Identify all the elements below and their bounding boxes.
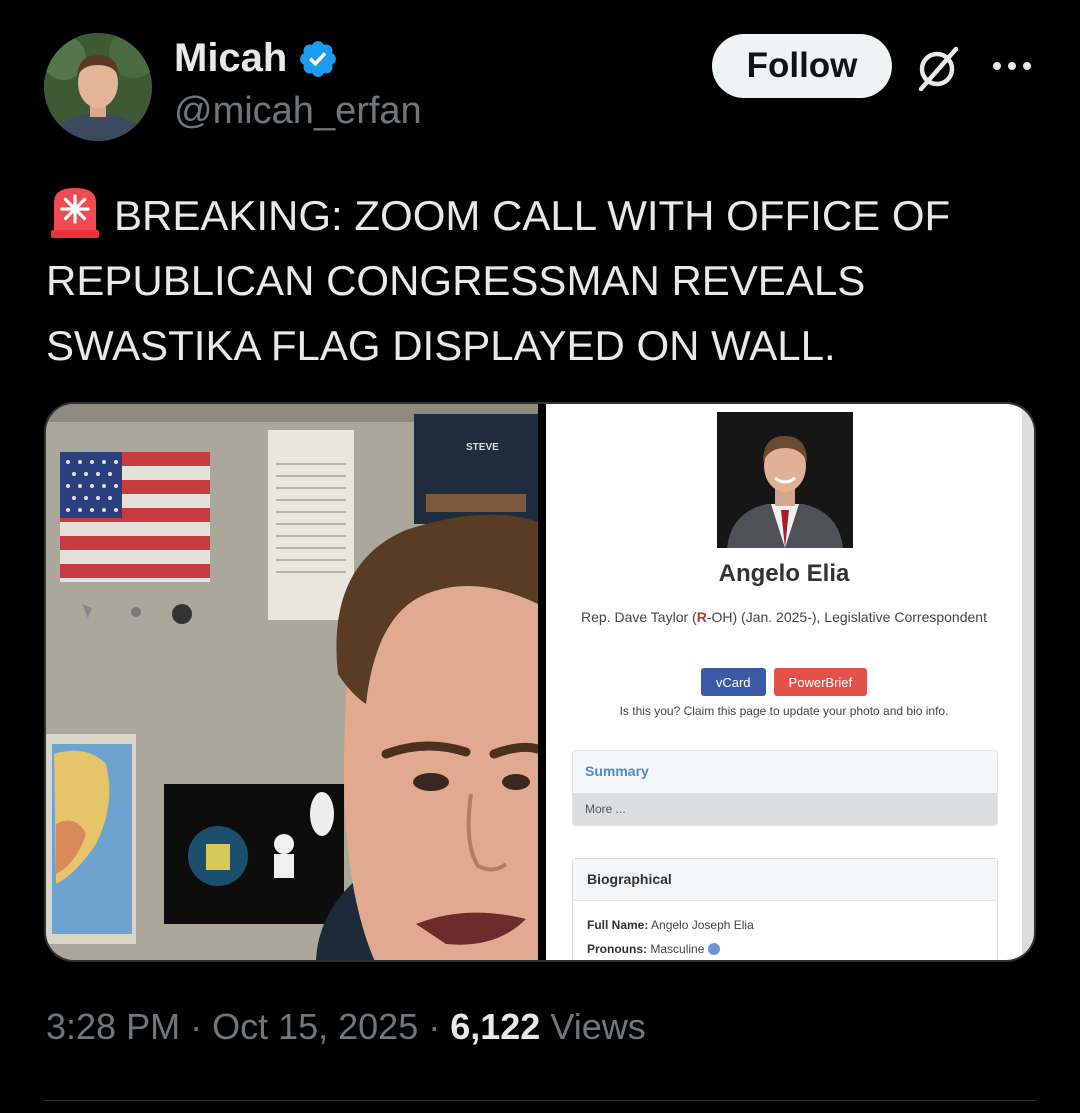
- profile-actions: vCard PowerBrief: [546, 668, 1022, 696]
- author-avatar[interactable]: [44, 33, 152, 141]
- summary-panel: Summary More ...: [572, 750, 998, 826]
- display-name-text: Micah: [174, 36, 288, 80]
- party-letter: R: [696, 609, 707, 625]
- tweet-page: Micah @micah_erfan Follow BREAKING: ZOOM…: [0, 0, 1080, 1113]
- full-name-value: Angelo Joseph Elia: [651, 918, 754, 932]
- meta-separator-2: ·: [418, 1006, 451, 1047]
- tweet-metadata: 3:28 PM · Oct 15, 2025 · 6,122 Views: [46, 1006, 646, 1048]
- views-count: 6,122: [450, 1006, 541, 1047]
- author-display-name[interactable]: Micah: [174, 36, 339, 81]
- scrollbar[interactable]: [1022, 404, 1034, 960]
- media-divider: [538, 404, 546, 960]
- summary-title[interactable]: Summary: [585, 763, 649, 779]
- biographical-panel: Biographical Full Name: Angelo Joseph El…: [572, 858, 998, 960]
- post-date[interactable]: Oct 15, 2025: [212, 1006, 418, 1048]
- profile-portrait-image: [717, 412, 853, 548]
- pronouns-row: Pronouns: Masculine: [573, 937, 997, 960]
- views-label: Views: [550, 1006, 646, 1047]
- views-space: [540, 1006, 550, 1048]
- profile-title: Rep. Dave Taylor (R-OH) (Jan. 2025-), Le…: [566, 604, 1002, 630]
- bottom-divider: [44, 1100, 1036, 1101]
- tweet-text: BREAKING: ZOOM CALL WITH OFFICE OF REPUB…: [46, 182, 1036, 378]
- vcard-button[interactable]: vCard: [700, 668, 766, 696]
- powerbrief-button[interactable]: PowerBrief: [773, 668, 868, 696]
- police-light-siren-icon: [51, 188, 99, 238]
- follow-button[interactable]: Follow: [712, 34, 892, 98]
- tweet-body: BREAKING: ZOOM CALL WITH OFFICE OF REPUB…: [46, 192, 951, 369]
- verified-badge-icon: [300, 40, 337, 77]
- more-options-icon[interactable]: [990, 58, 1034, 74]
- meta-separator: ·: [180, 1006, 213, 1047]
- tweet-media[interactable]: STEVE Angelo Elia Rep. Dave Taylor (R-OH…: [44, 402, 1036, 962]
- pronouns-label: Pronouns:: [587, 942, 647, 956]
- info-icon: [708, 943, 721, 955]
- avatar-image: [44, 33, 152, 141]
- full-name-label: Full Name:: [587, 918, 649, 932]
- zoom-call-selfie-with-flag-photo[interactable]: STEVE: [46, 404, 538, 960]
- svg-text:STEVE: STEVE: [466, 442, 499, 453]
- profile-name: Angelo Elia: [718, 560, 850, 587]
- selfie-photo-image: STEVE: [46, 404, 538, 960]
- profile-title-pre: Rep. Dave Taylor (: [581, 609, 697, 625]
- post-time[interactable]: 3:28 PM: [46, 1006, 180, 1048]
- pronouns-value: Masculine: [650, 942, 705, 956]
- summary-more-link[interactable]: More ...: [573, 793, 997, 825]
- author-handle[interactable]: @micah_erfan: [174, 90, 422, 133]
- staff-profile-screenshot[interactable]: Angelo Elia Rep. Dave Taylor (R-OH) (Jan…: [546, 404, 1034, 960]
- biographical-title: Biographical: [573, 859, 997, 901]
- profile-photo: [717, 412, 853, 548]
- claim-page-text: Is this you? Claim this page to update y…: [619, 704, 949, 718]
- full-name-row: Full Name: Angelo Joseph Elia: [573, 913, 997, 937]
- grok-icon[interactable]: [912, 44, 962, 94]
- profile-title-post: -OH) (Jan. 2025-), Legislative Correspon…: [706, 609, 987, 625]
